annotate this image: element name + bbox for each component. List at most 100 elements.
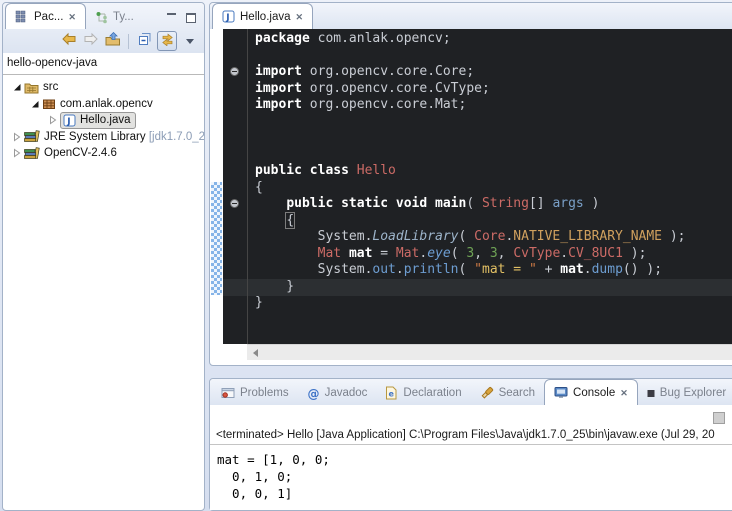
editor-view: J Hello.java package com.anlak.opencv; im…	[209, 2, 732, 366]
expanded-arrow-icon[interactable]	[11, 82, 22, 92]
tab-console[interactable]: Console	[544, 379, 638, 405]
tree-item-decoration: [jdk1.7.0_25]	[149, 131, 204, 143]
java-file-icon: J	[222, 10, 235, 23]
tab-declaration[interactable]: e Declaration	[376, 381, 470, 405]
code-line: {	[248, 213, 732, 230]
fold-collapse-icon[interactable]	[230, 199, 239, 208]
tree-item[interactable]: OpenCV-2.4.6	[3, 145, 204, 162]
scroll-left-icon[interactable]	[253, 349, 258, 357]
code-line: import org.opencv.core.CvType;	[248, 81, 732, 98]
tab-package-explorer[interactable]: Pac...	[5, 3, 86, 29]
tree-item-label: src	[43, 81, 58, 93]
tree-item[interactable]: com.anlak.opencv	[3, 96, 204, 113]
range-indicator	[211, 182, 222, 295]
console-output[interactable]: mat = [1, 0, 0; 0, 1, 0; 0, 0, 1]	[210, 449, 732, 510]
svg-text:J: J	[66, 117, 70, 127]
code-line: import org.opencv.core.Mat;	[248, 97, 732, 114]
code-line: }	[248, 279, 732, 296]
svg-text:@: @	[307, 387, 319, 400]
back-button[interactable]	[60, 32, 78, 50]
fold-collapse-icon[interactable]	[230, 67, 239, 76]
view-menu-button[interactable]	[181, 32, 199, 50]
console-view: Problems @ Javadoc e Declaration Search …	[209, 378, 732, 511]
package-explorer-toolbar	[3, 29, 204, 53]
tree-item-label: com.anlak.opencv	[60, 98, 153, 110]
code-line	[248, 130, 732, 147]
tab-type-hierarchy[interactable]: Ty...	[86, 5, 143, 29]
close-icon[interactable]	[620, 387, 628, 399]
collapse-all-button[interactable]	[135, 32, 153, 50]
tab-bug-explorer[interactable]: Bug Explorer	[638, 381, 732, 405]
close-icon[interactable]	[68, 11, 76, 23]
library-icon	[24, 147, 40, 160]
tab-label: Problems	[240, 387, 289, 399]
code-line: import org.opencv.core.Core;	[248, 64, 732, 81]
header-separator	[3, 74, 204, 75]
tree-item-label: JRE System Library [jdk1.7.0_25]	[44, 131, 204, 143]
tree-item[interactable]: J Hello.java	[3, 112, 204, 129]
code-line: public class Hello	[248, 163, 732, 180]
minimize-icon[interactable]	[166, 13, 177, 23]
problems-icon	[221, 387, 235, 399]
tree-item[interactable]: JRE System Library [jdk1.7.0_25]	[3, 129, 204, 146]
close-icon[interactable]	[296, 11, 304, 23]
tree-item[interactable]: src	[3, 79, 204, 96]
console-output-line: 0, 1, 0;	[217, 468, 732, 485]
code-line	[248, 147, 732, 164]
package-explorer-tree[interactable]: srccom.anlak.opencv J Hello.java JRE System…	[3, 79, 204, 510]
declaration-icon: e	[385, 386, 398, 400]
code-line: Mat mat = Mat.eye( 3, 3, CvType.CV_8UC1 …	[248, 246, 732, 263]
code-line	[248, 48, 732, 65]
eclipse-window: Pac... Ty... hello-opencv-java srccom.an…	[0, 0, 732, 511]
code-line: System.out.println( "mat = " + mat.dump(…	[248, 262, 732, 279]
package-folder-icon	[24, 81, 39, 94]
console-body: <terminated> Hello [Java Application] C:…	[210, 405, 732, 510]
collapsed-arrow-icon[interactable]	[11, 132, 22, 142]
java-file-icon: J	[63, 114, 76, 127]
console-icon	[554, 386, 568, 399]
code-editor[interactable]: package com.anlak.opencv; import org.open…	[210, 29, 732, 344]
package-icon	[42, 98, 56, 110]
console-caption: <terminated> Hello [Java Application] C:…	[210, 429, 732, 445]
tab-label: Pac...	[34, 11, 63, 23]
tab-label: Bug Explorer	[660, 387, 726, 399]
code-area[interactable]: package com.anlak.opencv; import org.open…	[248, 29, 732, 344]
tree-item-label: Hello.java	[80, 114, 131, 126]
tab-hello-java[interactable]: J Hello.java	[212, 3, 313, 29]
console-tabstrip: Problems @ Javadoc e Declaration Search …	[210, 379, 732, 405]
view-window-buttons	[166, 13, 204, 29]
terminate-icon[interactable]	[713, 412, 725, 424]
horizontal-scrollbar[interactable]	[247, 344, 732, 360]
tab-label: Search	[499, 387, 535, 399]
tab-label: Javadoc	[325, 387, 368, 399]
code-line: public static void main( String[] args )	[248, 196, 732, 213]
forward-button[interactable]	[82, 32, 100, 50]
tab-search[interactable]: Search	[471, 381, 544, 405]
tab-label: Ty...	[113, 11, 134, 23]
up-button[interactable]	[104, 32, 122, 50]
javadoc-icon: @	[307, 387, 320, 400]
collapsed-arrow-icon[interactable]	[47, 115, 58, 125]
expanded-arrow-icon[interactable]	[29, 99, 40, 109]
fold-gutter[interactable]	[223, 29, 248, 344]
type-hierarchy-icon	[95, 11, 108, 24]
tab-label: Hello.java	[240, 11, 291, 23]
maximize-icon[interactable]	[185, 13, 196, 23]
package-explorer-tabstrip: Pac... Ty...	[3, 3, 204, 29]
code-line	[248, 114, 732, 131]
code-line: }	[248, 295, 732, 312]
bug-explorer-icon	[647, 389, 655, 398]
svg-text:J: J	[225, 13, 229, 23]
editor-tabstrip: J Hello.java	[210, 3, 732, 29]
tab-label: Console	[573, 387, 615, 399]
tab-problems[interactable]: Problems	[212, 381, 298, 405]
tab-javadoc[interactable]: @ Javadoc	[298, 381, 377, 405]
code-line: package com.anlak.opencv;	[248, 31, 732, 48]
project-header[interactable]: hello-opencv-java	[7, 57, 204, 69]
search-icon	[480, 386, 494, 400]
selected-tree-item[interactable]: J Hello.java	[60, 112, 136, 129]
console-output-line: mat = [1, 0, 0;	[217, 451, 732, 468]
link-with-editor-button[interactable]	[157, 31, 177, 51]
package-explorer-icon	[15, 10, 29, 23]
collapsed-arrow-icon[interactable]	[11, 148, 22, 158]
